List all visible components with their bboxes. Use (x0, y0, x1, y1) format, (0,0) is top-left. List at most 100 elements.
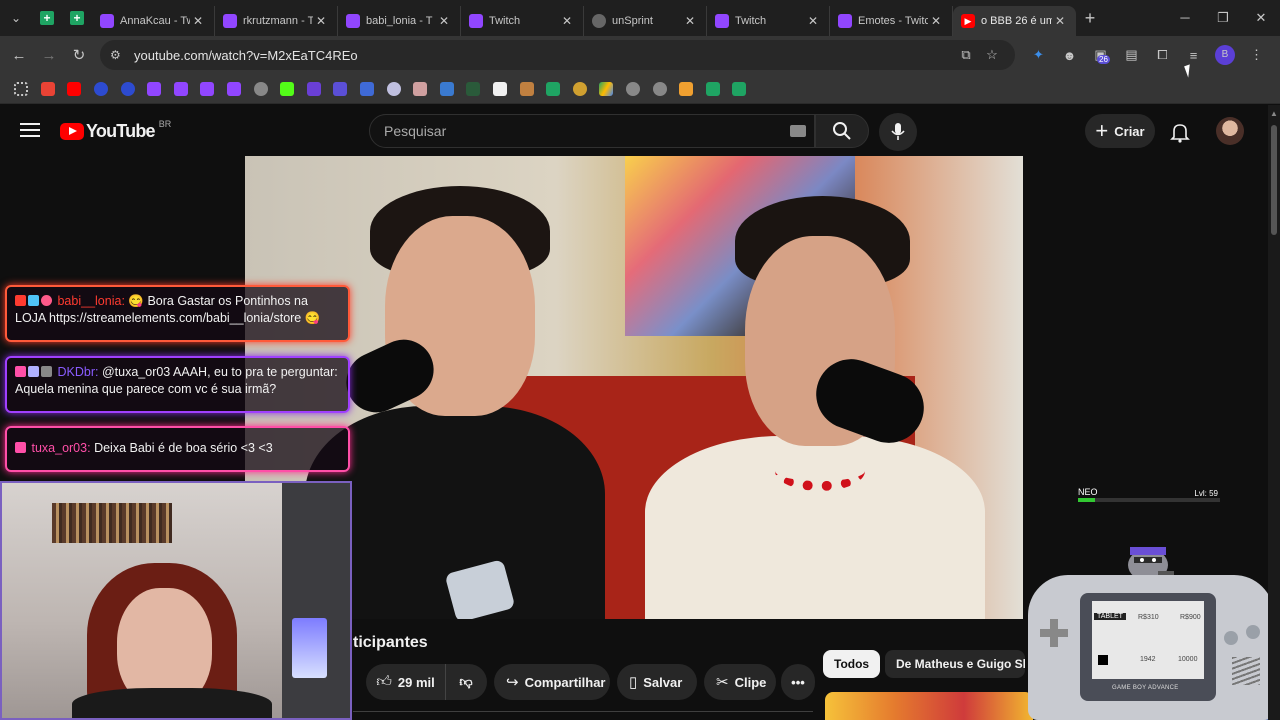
sheets-icon: + (70, 11, 84, 25)
bookmark-amazon[interactable] (487, 81, 514, 97)
close-icon[interactable]: ✕ (436, 14, 452, 28)
keyboard-icon[interactable] (790, 125, 806, 137)
bookmark-globe[interactable] (620, 81, 647, 97)
browser-tab[interactable]: unSprint ✕ (584, 6, 707, 36)
bookmark-drive[interactable] (593, 81, 620, 97)
bookmark-twitch[interactable] (221, 81, 248, 97)
gba-marker (1098, 655, 1108, 665)
bookmark-item[interactable] (407, 81, 434, 97)
bookmark-twitch[interactable] (141, 81, 168, 97)
bookmark-globe[interactable] (247, 81, 274, 97)
bookmark-kick[interactable] (274, 81, 301, 97)
bookmark-item[interactable] (566, 81, 593, 97)
tab-title: o BBB 26 é um (981, 15, 1052, 27)
browser-tab[interactable]: rkrutzmann - T ✕ (215, 6, 338, 36)
profile-avatar[interactable]: B (1215, 45, 1235, 65)
dislike-button[interactable]: 👎︎ (446, 664, 486, 700)
scroll-up-icon[interactable]: ▲ (1270, 109, 1278, 118)
bookmark-item[interactable] (327, 81, 354, 97)
media-control-icon[interactable]: ≡ (1178, 48, 1209, 63)
share-label: Compartilhar (524, 674, 606, 690)
gba-speaker (1232, 657, 1260, 685)
reload-icon[interactable]: ↻ (64, 46, 94, 64)
site-info-icon[interactable]: ⚙ (110, 48, 130, 62)
pinned-tab-sheets-1[interactable]: + (36, 7, 58, 29)
close-icon[interactable]: ✕ (928, 14, 944, 28)
account-avatar[interactable] (1216, 117, 1244, 145)
browser-tab[interactable]: Emotes - Twitc ✕ (830, 6, 953, 36)
search-input[interactable]: Pesquisar (369, 114, 815, 148)
bookmark-youtube[interactable] (61, 81, 88, 97)
apps-icon[interactable] (8, 81, 35, 97)
forward-icon[interactable]: → (34, 47, 64, 64)
bookmark-twitch[interactable] (194, 81, 221, 97)
bookmark-star-icon[interactable]: ☆ (979, 47, 1005, 63)
close-icon[interactable]: ✕ (1052, 14, 1068, 28)
close-window-icon[interactable]: ✕ (1242, 10, 1280, 26)
close-icon[interactable]: ✕ (682, 14, 698, 28)
gba-button-b (1224, 631, 1238, 645)
scrollbar-thumb[interactable] (1271, 125, 1277, 235)
bookmark-sheets[interactable] (540, 81, 567, 97)
search-button[interactable] (815, 114, 869, 148)
browser-tab[interactable]: Twitch ✕ (461, 6, 584, 36)
recommended-video-thumbnail[interactable] (825, 692, 1033, 720)
like-button[interactable]: 👍︎ 29 mil (366, 664, 446, 700)
browser-tab[interactable]: babi_lonia - T ✕ (338, 6, 461, 36)
browser-tab[interactable]: AnnaKcau - Tw ✕ (92, 6, 215, 36)
close-icon[interactable]: ✕ (805, 14, 821, 28)
close-icon[interactable]: ✕ (190, 14, 206, 28)
clip-button[interactable]: ✂ Clipe (704, 664, 776, 700)
back-icon[interactable]: ← (4, 47, 34, 64)
close-icon[interactable]: ✕ (559, 14, 575, 28)
chip-channel[interactable]: De Matheus e Guigo Sho (885, 650, 1025, 678)
video-player[interactable] (245, 156, 1023, 619)
save-button[interactable]: ▯ Salvar (617, 664, 697, 700)
bookmark-sheets[interactable] (699, 81, 726, 97)
install-app-icon[interactable]: ⧉ (953, 47, 979, 63)
tab-search-icon[interactable]: ⌄ (0, 0, 32, 36)
bookmark-item[interactable] (513, 81, 540, 97)
share-button[interactable]: ↪ Compartilhar (494, 664, 610, 700)
gba-button-a (1246, 625, 1260, 639)
bookmark-twitch[interactable] (168, 81, 195, 97)
browser-tab-active[interactable]: ▶ o BBB 26 é um ✕ (953, 6, 1076, 36)
extension-icon[interactable]: ✦ (1023, 47, 1054, 63)
menu-icon[interactable]: ⋮ (1241, 47, 1272, 63)
restore-icon[interactable]: ❐ (1204, 10, 1242, 26)
gba-label: 1942 (1140, 656, 1156, 663)
youtube-logo[interactable]: YouTube BR (60, 119, 171, 142)
address-bar[interactable]: ⚙ youtube.com/watch?v=M2xEaTC4REo ⧉ ☆ (100, 40, 1015, 70)
chip-all[interactable]: Todos (823, 650, 881, 678)
url-text[interactable]: youtube.com/watch?v=M2xEaTC4REo (134, 48, 953, 63)
extension-icon[interactable]: ☻ (1054, 48, 1085, 63)
notifications-bell-icon[interactable] (1168, 120, 1192, 144)
bookmark-item[interactable] (380, 81, 407, 97)
voice-search-button[interactable] (879, 113, 917, 151)
browser-tab[interactable]: Twitch ✕ (707, 6, 830, 36)
bookmark-item[interactable] (673, 81, 700, 97)
bookmark-item[interactable] (88, 81, 115, 97)
menu-icon[interactable] (20, 119, 40, 139)
create-button[interactable]: + Criar (1085, 114, 1155, 148)
reader-icon[interactable]: ▤ (1116, 47, 1147, 63)
bookmark-gmail[interactable] (35, 81, 62, 97)
new-tab-button[interactable]: + (1076, 8, 1104, 29)
bookmark-item[interactable] (354, 81, 381, 97)
more-actions-button[interactable]: ••• (781, 664, 815, 700)
chat-colon: : (121, 294, 125, 308)
extension-icon[interactable]: ▣26 (1085, 47, 1116, 64)
minimize-icon[interactable]: ─ (1166, 10, 1204, 26)
close-icon[interactable]: ✕ (313, 14, 329, 28)
bookmark-item[interactable] (460, 81, 487, 97)
page-scrollbar[interactable]: ▲ (1268, 105, 1280, 720)
bookmark-globe[interactable] (646, 81, 673, 97)
bookmark-item[interactable] (114, 81, 141, 97)
puzzle-icon[interactable]: ⧠ (1147, 47, 1178, 63)
bookmark-item[interactable] (301, 81, 328, 97)
bookmark-sheets[interactable] (726, 81, 753, 97)
pet-level: Lvl: 59 (1194, 489, 1218, 498)
bookmark-item[interactable] (434, 81, 461, 97)
window-controls: ─ ❐ ✕ (1166, 10, 1280, 26)
pinned-tab-sheets-2[interactable]: + (66, 7, 88, 29)
